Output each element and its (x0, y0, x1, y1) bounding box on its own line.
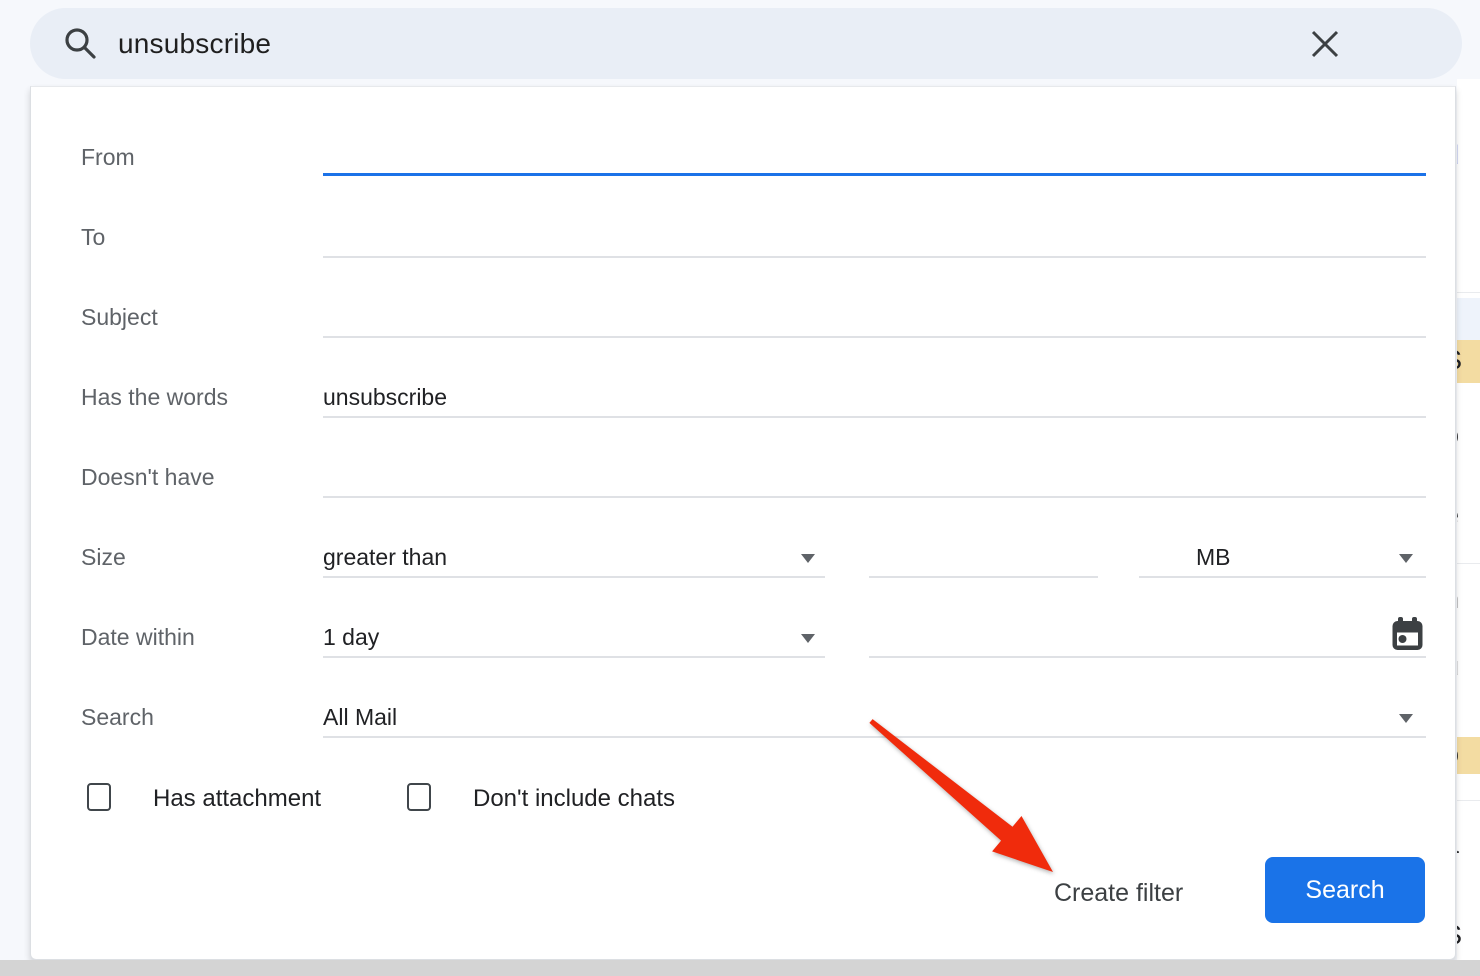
background-highlight-band (1457, 737, 1480, 774)
search-scope-select-value[interactable]: All Mail (323, 704, 397, 731)
background-shadow-strip (0, 960, 1480, 976)
create-filter-button[interactable]: Create filter (1054, 879, 1183, 908)
search-button[interactable]: Search (1265, 857, 1425, 923)
chevron-down-icon[interactable] (1399, 554, 1413, 563)
chevron-down-icon[interactable] (1399, 714, 1413, 723)
background-text-fragment: o (1457, 420, 1459, 451)
search-scope-select[interactable] (323, 736, 1426, 738)
search-icon (62, 25, 99, 62)
has-attachment-label[interactable]: Has attachment (153, 785, 321, 813)
size-amount-input[interactable] (869, 576, 1098, 578)
dont-include-chats-label[interactable]: Don't include chats (473, 785, 675, 813)
doesnt-have-input[interactable] (323, 496, 1426, 498)
calendar-icon[interactable] (1391, 617, 1424, 653)
size-operator-select[interactable] (323, 576, 825, 578)
subject-label: Subject (81, 304, 158, 331)
background-separator (1457, 800, 1480, 801)
background-row-band (1457, 298, 1480, 340)
size-unit-select[interactable] (1139, 576, 1426, 578)
search-bar[interactable]: unsubscribe (30, 8, 1462, 79)
chevron-down-icon[interactable] (801, 554, 815, 563)
background-text-fragment: u (1457, 651, 1459, 682)
background-mail-list-sliver: d S o e n u o a S (1457, 79, 1480, 960)
to-label: To (81, 224, 105, 251)
close-icon[interactable] (1308, 27, 1342, 61)
has-words-input-value[interactable]: unsubscribe (323, 384, 447, 411)
background-text-fragment: n (1457, 584, 1459, 615)
date-input[interactable] (869, 656, 1426, 658)
search-scope-label: Search (81, 704, 154, 731)
background-text-fragment: d (1457, 140, 1459, 171)
background-text-fragment: S (1457, 345, 1462, 376)
size-label: Size (81, 544, 126, 571)
size-operator-select-value[interactable]: greater than (323, 544, 447, 571)
date-within-label: Date within (81, 624, 195, 651)
has-words-label: Has the words (81, 384, 228, 411)
gmail-search-filter-screen: d S o e n u o a S unsubscribe From To Su… (0, 0, 1480, 976)
size-unit-select-value[interactable]: MB (1196, 544, 1231, 571)
has-words-input[interactable] (323, 416, 1426, 418)
background-text-fragment: S (1457, 920, 1462, 951)
has-attachment-checkbox[interactable] (87, 783, 111, 811)
dont-include-chats-checkbox[interactable] (407, 783, 431, 811)
date-range-select[interactable] (323, 656, 825, 658)
background-separator (1457, 563, 1480, 564)
from-input[interactable] (323, 173, 1426, 176)
subject-input[interactable] (323, 336, 1426, 338)
date-range-select-value[interactable]: 1 day (323, 624, 379, 651)
to-input[interactable] (323, 256, 1426, 258)
chevron-down-icon[interactable] (801, 634, 815, 643)
background-separator (1457, 292, 1480, 293)
search-input-value[interactable]: unsubscribe (118, 8, 271, 79)
doesnt-have-label: Doesn't have (81, 464, 215, 491)
background-text-fragment: o (1457, 739, 1459, 770)
background-text-fragment: a (1457, 829, 1459, 860)
background-text-fragment: e (1457, 500, 1459, 531)
search-filter-dialog: From To Subject Has the words unsubscrib… (30, 86, 1456, 960)
from-label: From (81, 144, 135, 171)
